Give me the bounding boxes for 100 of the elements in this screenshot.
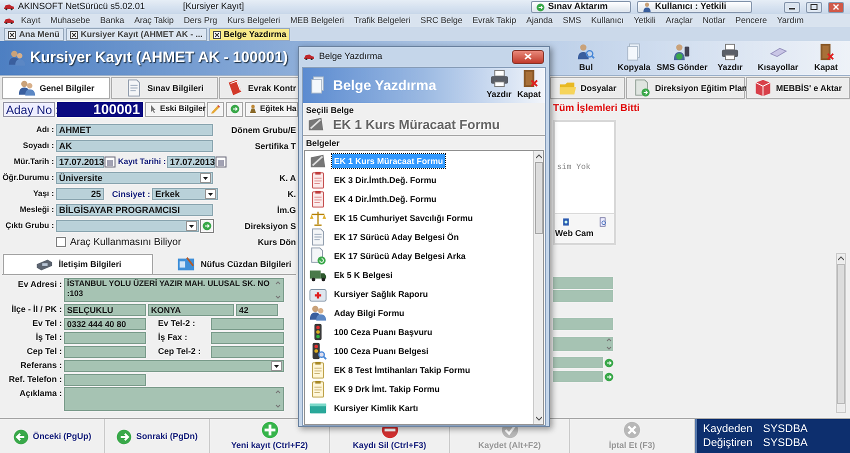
dropdown[interactable]: [56, 220, 199, 232]
section-tab[interactable]: Dosyalar: [550, 77, 625, 99]
toolbar-button[interactable]: Kopyala: [610, 42, 658, 74]
toolbar-button[interactable]: Kapat: [802, 42, 850, 74]
eğitek-button[interactable]: Eğitek Ha: [245, 102, 298, 116]
menu-item[interactable]: Araçlar: [666, 14, 693, 27]
maximize-button[interactable]: [806, 2, 822, 12]
menu-item[interactable]: Araç Takip: [134, 14, 174, 27]
text-field[interactable]: [64, 346, 146, 358]
section-tab[interactable]: Sınav Bilgileri: [111, 77, 218, 99]
clipboard-icon: [309, 190, 327, 208]
scrollbar[interactable]: [533, 151, 543, 424]
text-field[interactable]: [211, 346, 284, 358]
checkbox[interactable]: [56, 237, 66, 247]
menu-item[interactable]: Trafik Belgeleri: [354, 14, 410, 27]
section-tab[interactable]: Evrak Kontr: [219, 77, 301, 99]
close-button[interactable]: [828, 2, 844, 12]
old-info-button[interactable]: Eski Bilgiler: [145, 102, 205, 116]
document-tab[interactable]: Ana Menü: [4, 28, 64, 41]
section-tab[interactable]: İletişim Bilgileri: [3, 254, 153, 274]
text-field[interactable]: KONYA: [148, 304, 234, 316]
field-label: Yaşı :: [32, 188, 55, 200]
menu-item[interactable]: Kullanıcı: [591, 14, 624, 27]
refresh-button[interactable]: [226, 102, 243, 116]
list-item[interactable]: 100 Ceza Puanı Belgesi: [305, 341, 533, 360]
toolbar-button[interactable]: Sınav Aktarım: [531, 1, 631, 13]
text-field[interactable]: [553, 277, 613, 289]
action-button[interactable]: Sonraki (PgDn): [105, 419, 210, 453]
photo-field[interactable]: sim Yok: [555, 122, 614, 214]
menu-item[interactable]: Notlar: [702, 14, 726, 27]
toolbar-button[interactable]: Yazdır: [706, 42, 754, 74]
forward-icon: [116, 428, 132, 444]
list-item[interactable]: Kursiyer Kimlik Kartı: [305, 398, 533, 417]
text-area[interactable]: [553, 337, 613, 351]
text-field[interactable]: [553, 357, 603, 368]
text-field[interactable]: [553, 290, 613, 302]
list-item[interactable]: EK 9 Drk İmt. Takip Formu: [305, 379, 533, 398]
list-item[interactable]: EK 17 Sürücü Aday Belgesi Ön: [305, 227, 533, 246]
scrollbar-thumb[interactable]: [837, 264, 845, 404]
list-item[interactable]: EK 8 Test İmtihanları Takip Formu: [305, 360, 533, 379]
text-field[interactable]: SELÇUKLU: [64, 304, 146, 316]
text-field[interactable]: [553, 318, 613, 330]
text-field[interactable]: 42: [236, 304, 278, 316]
add-button[interactable]: [200, 219, 214, 233]
scales-icon: [309, 208, 327, 226]
list-item[interactable]: EK 15 Cumhuriyet Savcılığı Formu: [305, 208, 533, 227]
menu-item[interactable]: Kurs Belgeleri: [227, 14, 280, 27]
menu-item[interactable]: SRC Belge: [420, 14, 462, 27]
menu-item[interactable]: Muhasebe: [50, 14, 90, 27]
menu-item[interactable]: Kayıt: [21, 14, 40, 27]
menu-item[interactable]: Yardım: [776, 14, 804, 27]
section-tab[interactable]: Direksiyon Eğitim Plan: [626, 77, 745, 99]
text-field[interactable]: 0332 444 40 80: [64, 318, 146, 330]
toolbar-button[interactable]: Yazdır: [485, 69, 513, 101]
toolbar-button[interactable]: Kısayollar: [754, 42, 802, 74]
text-field[interactable]: AK: [56, 140, 213, 152]
toolbar-button[interactable]: SMS Gönder: [658, 42, 706, 74]
section-tab[interactable]: MEBBİS' e Aktar: [746, 77, 850, 99]
text-field[interactable]: [64, 332, 146, 344]
menu-item[interactable]: Evrak Takip: [472, 14, 516, 27]
dropdown[interactable]: Üniversite: [56, 172, 213, 184]
list-item[interactable]: Kursiyer Sağlık Raporu: [305, 284, 533, 303]
toolbar-button[interactable]: Kullanıcı : Yetkili: [637, 1, 752, 13]
menu-item[interactable]: Pencere: [735, 14, 767, 27]
text-field[interactable]: AHMET: [56, 124, 213, 136]
text-field[interactable]: [211, 318, 284, 330]
webcam-button[interactable]: Web Cam: [555, 227, 614, 243]
text-area[interactable]: İSTANBUL YOLU ÜZERİ YAZIR MAH. ULUSAL SK. NO :103: [64, 278, 284, 302]
section-tab[interactable]: Genel Bilgiler: [2, 77, 110, 99]
scrollbar[interactable]: [836, 253, 846, 413]
dropdown[interactable]: Erkek: [152, 188, 218, 200]
text-field[interactable]: [211, 332, 284, 344]
date-field[interactable]: 17.07.2013: [166, 156, 215, 168]
list-item[interactable]: Aday Bilgi Formu: [305, 303, 533, 322]
scrollbar-thumb[interactable]: [534, 162, 542, 234]
minimize-button[interactable]: [784, 2, 800, 12]
edit-button[interactable]: [207, 102, 224, 116]
toolbar-button[interactable]: Bul: [562, 42, 610, 74]
menu-item[interactable]: MEB Belgeleri: [290, 14, 344, 27]
field-label: İlçe - İl / PK :: [10, 303, 63, 315]
number-field[interactable]: 25: [56, 188, 104, 200]
close-button[interactable]: [512, 50, 544, 64]
text-field[interactable]: [64, 374, 146, 386]
list-item[interactable]: EK 3 Dir.İmth.Değ. Formu: [305, 170, 533, 189]
list-item[interactable]: EK 4 Dir.İmth.Değ. Formu: [305, 189, 533, 208]
document-tab[interactable]: Belge Yazdırma: [208, 28, 290, 41]
person-phone-icon: [673, 42, 691, 61]
menu-item[interactable]: Ajanda: [526, 14, 553, 27]
action-button[interactable]: Önceki (PgUp): [0, 419, 105, 453]
text-area[interactable]: [64, 387, 284, 411]
menu-item[interactable]: Banka: [100, 14, 124, 27]
menu-item[interactable]: Yetkili: [634, 14, 656, 27]
list-item[interactable]: 100 Ceza Puanı Başvuru: [305, 322, 533, 341]
menu-item[interactable]: SMS: [562, 14, 582, 27]
text-field[interactable]: BİLGİSAYAR PROGRAMCISI: [56, 204, 213, 216]
dropdown[interactable]: [64, 360, 284, 372]
menu-item[interactable]: Ders Prg: [184, 14, 218, 27]
text-field[interactable]: [553, 371, 603, 382]
date-field[interactable]: 17.07.2013: [56, 156, 104, 168]
toolbar-button[interactable]: Kapat: [515, 69, 543, 101]
